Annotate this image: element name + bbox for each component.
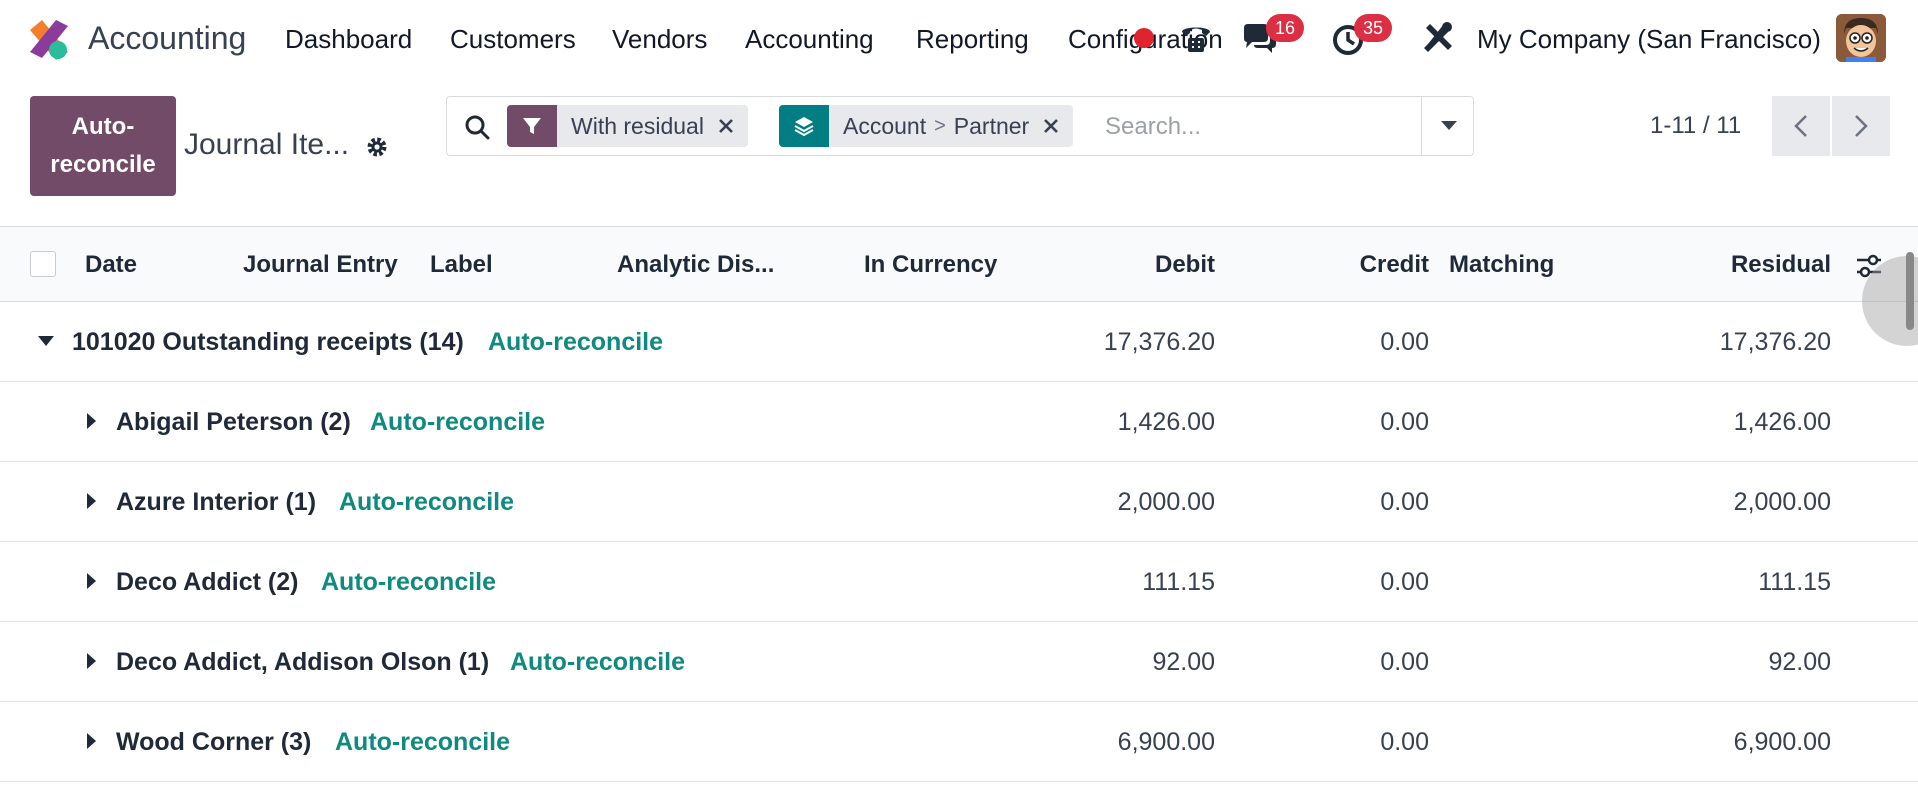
layers-icon: [779, 105, 829, 147]
subgroup-residual: 111.15: [1758, 568, 1831, 596]
column-debit[interactable]: Debit: [1155, 251, 1215, 279]
subgroup-credit: 0.00: [1380, 568, 1429, 596]
nav-customers[interactable]: Customers: [450, 24, 576, 55]
facet-label-partner: Partner: [953, 113, 1030, 139]
subgroup-name: Wood Corner (3): [116, 728, 312, 756]
caret-down-icon: [1440, 121, 1457, 130]
auto-reconcile-button[interactable]: Auto-reconcile: [30, 96, 176, 196]
caret-right-icon: [87, 413, 96, 429]
subgroup-credit: 0.00: [1380, 648, 1429, 676]
chevron-right-icon: [1855, 115, 1868, 137]
nav-vendors[interactable]: Vendors: [612, 24, 707, 55]
column-analytic-distribution[interactable]: Analytic Dis...: [617, 251, 774, 279]
pager-value[interactable]: 1-11 / 11: [1650, 112, 1741, 140]
subgroup-name: Abigail Peterson (2): [116, 408, 351, 436]
search-panel: With residual Account > Partner: [446, 96, 1474, 156]
subgroup-row[interactable]: Wood Corner (3) Auto-reconcile 6,900.00 …: [0, 702, 1918, 782]
subgroup-row[interactable]: Deco Addict (2) Auto-reconcile 111.15 0.…: [0, 542, 1918, 622]
subgroup-name: Deco Addict (2): [116, 568, 299, 596]
facet-with-residual: With residual: [507, 105, 748, 147]
user-avatar[interactable]: [1836, 14, 1886, 62]
breadcrumb-journal-items[interactable]: Journal Ite...: [184, 128, 349, 162]
caret-right-icon: [87, 653, 96, 669]
search-options-toggle[interactable]: [1421, 97, 1475, 155]
subgroup-row[interactable]: Abigail Peterson (2) Auto-reconcile 1,42…: [0, 382, 1918, 462]
auto-reconcile-link[interactable]: Auto-reconcile: [335, 728, 510, 757]
subgroup-credit: 0.00: [1380, 488, 1429, 516]
subgroup-name: Azure Interior (1): [116, 488, 317, 516]
pager-previous-button[interactable]: [1772, 96, 1830, 156]
column-label[interactable]: Label: [430, 251, 493, 279]
chevron-left-icon: [1794, 115, 1807, 137]
company-switcher[interactable]: My Company (San Francisco): [1477, 24, 1821, 55]
filter-icon: [507, 105, 557, 147]
subgroup-debit: 6,900.00: [1117, 728, 1215, 756]
search-icon[interactable]: [463, 113, 491, 141]
subgroup-credit: 0.00: [1380, 408, 1429, 436]
nav-dashboard[interactable]: Dashboard: [285, 24, 412, 55]
facet-group-by: Account > Partner: [779, 105, 1074, 147]
recording-indicator-icon: [1134, 28, 1154, 48]
subgroup-name: Deco Addict, Addison Olson (1): [116, 648, 490, 676]
subgroup-debit: 2,000.00: [1117, 488, 1215, 516]
caret-down-icon: [38, 336, 54, 346]
group-debit: 17,376.20: [1103, 328, 1215, 356]
gear-icon[interactable]: [364, 134, 390, 160]
facet-label-account: Account: [843, 113, 927, 139]
close-icon[interactable]: [1029, 105, 1073, 147]
app-name[interactable]: Accounting: [88, 20, 246, 57]
column-credit[interactable]: Credit: [1360, 251, 1429, 279]
auto-reconcile-link[interactable]: Auto-reconcile: [510, 648, 685, 677]
select-all-checkbox[interactable]: [30, 251, 56, 277]
nav-reporting[interactable]: Reporting: [916, 24, 1029, 55]
column-date[interactable]: Date: [85, 251, 137, 279]
search-input[interactable]: [1105, 107, 1405, 147]
auto-reconcile-link[interactable]: Auto-reconcile: [339, 488, 514, 517]
subgroup-row[interactable]: Deco Addict, Addison Olson (1) Auto-reco…: [0, 622, 1918, 702]
nav-accounting[interactable]: Accounting: [745, 24, 874, 55]
pager-next-button[interactable]: [1832, 96, 1890, 156]
table-header: Date Journal Entry Label Analytic Dis...…: [0, 226, 1918, 302]
subgroup-residual: 2,000.00: [1733, 488, 1831, 516]
top-navbar: Accounting Dashboard Customers Vendors A…: [0, 0, 1918, 80]
facet-label: With residual: [571, 113, 704, 139]
caret-right-icon: [87, 493, 96, 509]
subgroup-row[interactable]: Azure Interior (1) Auto-reconcile 2,000.…: [0, 462, 1918, 542]
column-journal-entry[interactable]: Journal Entry: [243, 251, 398, 279]
subgroup-residual: 6,900.00: [1733, 728, 1831, 756]
column-matching[interactable]: Matching: [1449, 251, 1554, 279]
group-row-outstanding-receipts[interactable]: 101020 Outstanding receipts (14) Auto-re…: [0, 302, 1918, 382]
subgroup-debit: 1,426.00: [1117, 408, 1215, 436]
subgroup-debit: 111.15: [1142, 568, 1215, 596]
debug-tools-icon[interactable]: [1418, 18, 1458, 58]
column-in-currency[interactable]: In Currency: [864, 251, 997, 279]
auto-reconcile-link[interactable]: Auto-reconcile: [321, 568, 496, 597]
phone-icon[interactable]: [1176, 18, 1216, 58]
caret-right-icon: [87, 573, 96, 589]
auto-reconcile-link[interactable]: Auto-reconcile: [488, 328, 663, 357]
close-icon[interactable]: [704, 105, 748, 147]
column-residual[interactable]: Residual: [1731, 251, 1831, 279]
group-name: 101020 Outstanding receipts (14): [72, 328, 464, 356]
activities-count-badge: 35: [1354, 14, 1392, 42]
subgroup-residual: 1,426.00: [1733, 408, 1831, 436]
group-credit: 0.00: [1380, 328, 1429, 356]
caret-right-icon: [87, 733, 96, 749]
subgroup-debit: 92.00: [1152, 648, 1215, 676]
facet-separator: >: [934, 115, 946, 137]
auto-reconcile-link[interactable]: Auto-reconcile: [370, 408, 545, 437]
accounting-app-icon[interactable]: [28, 18, 70, 60]
subgroup-credit: 0.00: [1380, 728, 1429, 756]
messages-count-badge: 16: [1266, 14, 1304, 42]
vertical-scrollbar-thumb[interactable]: [1906, 252, 1914, 330]
group-residual: 17,376.20: [1719, 328, 1831, 356]
subgroup-residual: 92.00: [1768, 648, 1831, 676]
